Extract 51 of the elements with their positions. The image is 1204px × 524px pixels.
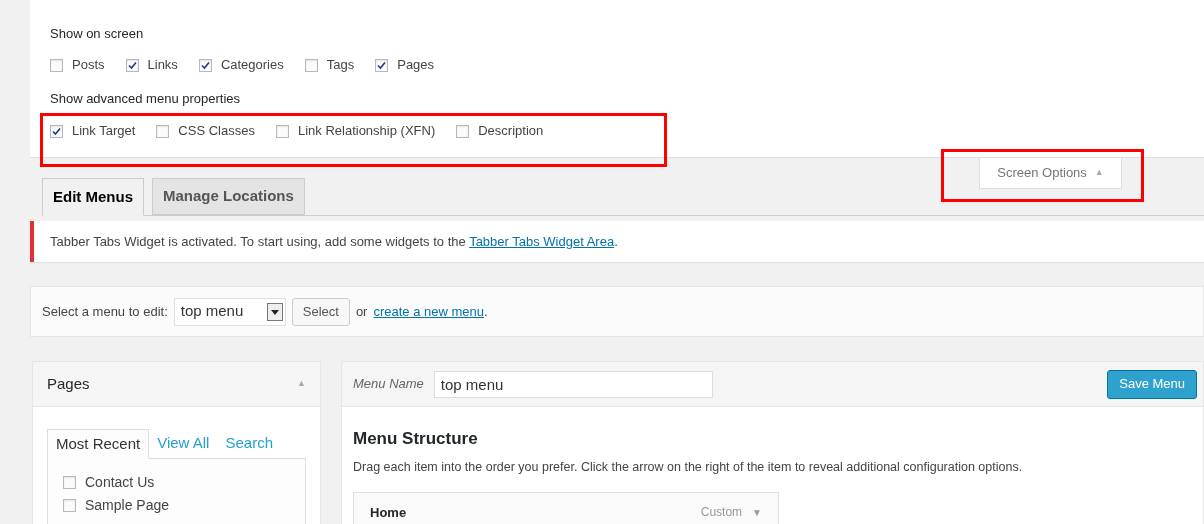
up-triangle-icon: ▲ bbox=[1094, 166, 1104, 180]
checkbox[interactable] bbox=[375, 58, 389, 72]
page-label: Sample Page bbox=[85, 496, 170, 514]
create-menu-link[interactable]: create a new menu bbox=[373, 303, 485, 319]
checkbox[interactable] bbox=[198, 58, 212, 72]
structure-title: Menu Structure bbox=[353, 428, 479, 450]
checkbox[interactable] bbox=[63, 498, 76, 512]
section-heading: Show advanced menu properties bbox=[50, 90, 242, 107]
option-label: CSS Classes bbox=[178, 122, 255, 141]
page-label: Contact Us bbox=[85, 473, 155, 491]
tab[interactable]: Edit Menus bbox=[42, 178, 144, 216]
checkbox[interactable] bbox=[304, 58, 318, 72]
or-text: or bbox=[355, 302, 368, 321]
checkmark-icon bbox=[52, 126, 61, 136]
screen-options-tab[interactable]: Screen Options ▲ bbox=[979, 158, 1122, 189]
menu-item-type: Custom bbox=[700, 504, 743, 522]
option-label: Link Relationship (XFN) bbox=[297, 122, 436, 141]
create-menu-text: create a new menu. bbox=[373, 302, 488, 321]
section-heading: Show on screen bbox=[50, 25, 145, 42]
structure-hint: Drag each item into the order you prefer. Click the arrow on the right of the item to reveal additional configuration options. bbox=[353, 458, 1024, 476]
menu-dropdown[interactable]: top menu bbox=[173, 297, 286, 326]
option-label: Pages bbox=[397, 56, 435, 75]
select-label: Select a menu to edit: bbox=[42, 302, 168, 321]
option-label: Description bbox=[478, 122, 544, 141]
tab[interactable]: View All bbox=[149, 429, 218, 458]
checkmark-icon bbox=[377, 60, 387, 70]
notice-text: Tabber Tabs Widget is activated. To start using, add some widgets to the Tabber Tabs Widget Area. bbox=[50, 232, 618, 251]
option-label: Tags bbox=[326, 56, 355, 75]
option-label: Posts bbox=[72, 56, 105, 75]
option-label: Link Target bbox=[72, 122, 136, 141]
option-label: Links bbox=[147, 56, 178, 75]
checkbox[interactable] bbox=[125, 58, 139, 72]
menu-name-label: Menu Name bbox=[353, 375, 424, 394]
checkmark-icon bbox=[200, 60, 210, 70]
option-label: Categories bbox=[220, 56, 284, 75]
tab[interactable]: Search bbox=[217, 429, 281, 458]
tab[interactable]: Most Recent bbox=[47, 429, 150, 459]
tab[interactable]: Manage Locations bbox=[152, 178, 305, 215]
checkbox[interactable] bbox=[275, 124, 289, 138]
checkmark-icon bbox=[127, 60, 137, 70]
select-button[interactable]: Select bbox=[291, 297, 350, 326]
box-title: Pages bbox=[47, 373, 90, 394]
menu-name-field[interactable]: top menu bbox=[433, 370, 713, 398]
checkbox[interactable] bbox=[50, 58, 63, 72]
pages-box-header[interactable]: Pages ▲ bbox=[33, 362, 320, 407]
checkbox[interactable] bbox=[156, 124, 170, 138]
menu-item[interactable]: Home Custom ▼ bbox=[353, 492, 779, 524]
menu-item-title: Home bbox=[370, 503, 407, 522]
checkbox[interactable] bbox=[456, 124, 470, 138]
checkbox[interactable] bbox=[50, 124, 63, 138]
checkbox[interactable] bbox=[63, 475, 76, 489]
